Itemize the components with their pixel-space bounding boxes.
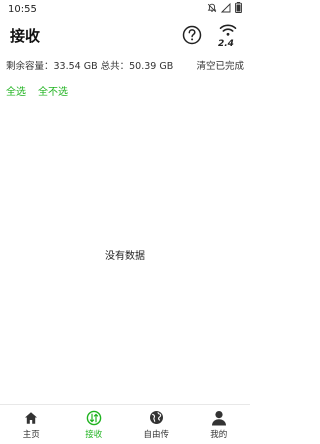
select-all-button[interactable]: 全选 — [6, 83, 26, 98]
battery-icon — [235, 2, 242, 16]
profile-icon — [211, 410, 227, 426]
nav-item-label: 自由传 — [143, 429, 169, 440]
nav-item-label: 我的 — [210, 429, 228, 440]
help-circle-icon — [182, 25, 202, 45]
status-bar: 10:55 — [0, 0, 250, 18]
storage-row: 剩余容量：33.54 GB 总共：50.39 GB 清空已完成 — [0, 57, 250, 73]
nav-item-label: 接收 — [85, 429, 103, 440]
storage-summary: 剩余容量：33.54 GB 总共：50.39 GB — [6, 61, 174, 72]
status-icons — [207, 2, 242, 16]
page-title: 接收 — [10, 26, 41, 45]
clear-completed-button[interactable]: 清空已完成 — [196, 58, 244, 72]
help-button[interactable] — [182, 25, 202, 45]
wifi-band-label: 2.4 — [218, 39, 234, 49]
bottom-nav: 主页 接收 自由传 我的 — [0, 404, 250, 444]
nav-item-label: 主页 — [22, 429, 40, 440]
nav-item-receive[interactable]: 接收 — [63, 405, 126, 444]
notification-muted-icon — [207, 3, 217, 16]
wifi-button[interactable]: 2.4 — [216, 23, 240, 49]
nav-item-free-transfer[interactable]: 自由传 — [125, 405, 188, 444]
selection-row: 全选 全不选 — [0, 82, 250, 98]
status-time: 10:55 — [8, 3, 37, 15]
nav-item-profile[interactable]: 我的 — [188, 405, 251, 444]
select-none-button[interactable]: 全不选 — [38, 83, 68, 98]
wifi-icon — [219, 24, 237, 36]
globe-icon — [148, 410, 164, 426]
receive-icon — [86, 410, 102, 426]
empty-state-message: 没有数据 — [105, 251, 145, 262]
home-icon — [23, 410, 39, 426]
nav-item-home[interactable]: 主页 — [0, 405, 63, 444]
app-bar: 接收 2.4 — [0, 18, 250, 52]
signal-empty-icon — [220, 2, 231, 16]
